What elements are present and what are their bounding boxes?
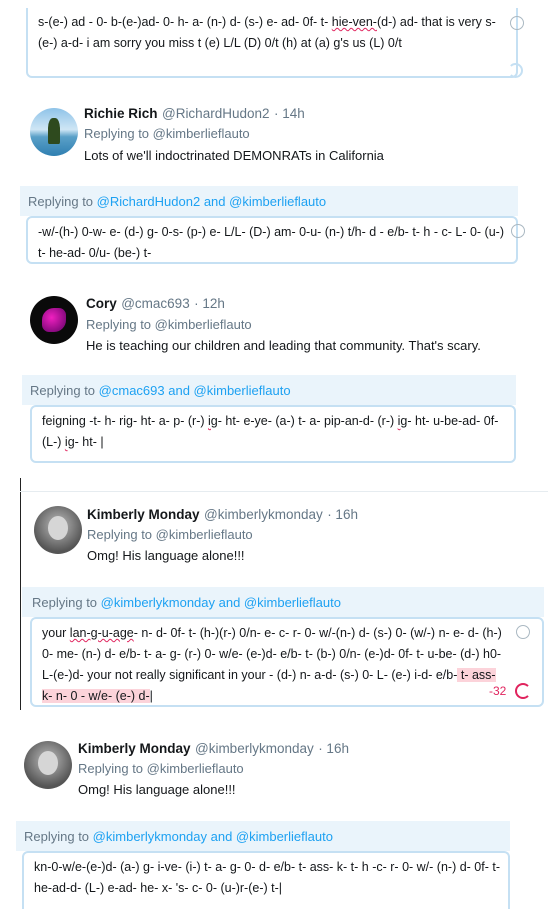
- user-handle[interactable]: @kimberlykmonday: [195, 741, 314, 756]
- tweet-text: Omg! His language alone!!!: [87, 548, 245, 563]
- tweet-text: Lots of we'll indoctrinated DEMONRATs in…: [84, 148, 384, 163]
- reply-compose-box[interactable]: -w/-(h-) 0-w- e- (d-) g- 0-s- (p-) e- L/…: [26, 216, 518, 264]
- character-counter-ring: [515, 683, 531, 699]
- reply-compose-box[interactable]: feigning -t- h- rig- ht- a- p- (r-) ig- …: [30, 405, 516, 463]
- compose-text: kn-0-w/e-(e-)d- (a-) g- i-ve- (i-) t- a-…: [34, 857, 502, 899]
- compose-text: -w/-(h-) 0-w- e- (d-) g- 0-s- (p-) e- L/…: [38, 222, 508, 262]
- tweet-header: Kimberly Monday @kimberlykmonday · 16h: [78, 740, 349, 758]
- user-handle[interactable]: @RichardHudon2: [162, 106, 270, 121]
- thread-line: [20, 478, 21, 710]
- display-name[interactable]: Kimberly Monday: [87, 507, 200, 522]
- tweet-text: He is teaching our children and leading …: [86, 338, 481, 353]
- reply-handles[interactable]: @kimberlykmonday and @kimberlieflauto: [101, 595, 341, 610]
- compose-text-segment: hie-ven-: [331, 15, 377, 29]
- user-handle[interactable]: @cmac693: [121, 296, 189, 311]
- compose-text: your lan-g-u-age- n- d- 0f- t- (h-)(r-) …: [42, 623, 502, 705]
- replying-to[interactable]: Replying to @kimberlieflauto: [84, 126, 250, 141]
- compose-text: feigning -t- h- rig- ht- a- p- (r-) ig- …: [42, 411, 508, 453]
- compose-text-segment: |: [149, 689, 153, 703]
- timestamp[interactable]: · 16h: [318, 741, 349, 756]
- tweet-header: Richie Rich @RichardHudon2 · 14h: [84, 105, 305, 123]
- compose-text-segment: - ht- e-ye- (a-) t- a- pip-an-d- (r-): [217, 414, 398, 428]
- compose-text-segment: lan-g-u-age: [69, 626, 134, 640]
- compose-text-segment: ig: [64, 435, 75, 449]
- replying-label-text: Replying to: [28, 194, 94, 209]
- compose-text-segment: kn-0-w/e-(e-)d- (a-) g- i-ve- (i-) t- a-…: [34, 860, 500, 895]
- avatar[interactable]: [34, 506, 82, 554]
- tweet-header: Kimberly Monday @kimberlykmonday · 16h: [87, 506, 358, 524]
- replying-label-text: Replying to: [30, 383, 96, 398]
- display-name[interactable]: Cory: [86, 296, 117, 311]
- avatar[interactable]: [30, 296, 78, 344]
- compose-text-segment: -w/-(h-) 0-w- e- (d-) g- 0-s- (p-) e- L/…: [38, 225, 504, 260]
- compose-text-segment: your: [42, 626, 70, 640]
- display-name[interactable]: Kimberly Monday: [78, 741, 191, 756]
- user-handle[interactable]: @kimberlykmonday: [204, 507, 323, 522]
- timestamp[interactable]: · 14h: [274, 106, 305, 121]
- reply-handles[interactable]: @kimberlykmonday and @kimberlieflauto: [93, 829, 333, 844]
- compose-text-segment: ig: [397, 414, 408, 428]
- replying-to-label: Replying to @cmac693 and @kimberlieflaut…: [30, 383, 291, 398]
- replying-label-text: Replying to: [32, 595, 98, 610]
- replying-to-label: Replying to @kimberlykmonday and @kimber…: [32, 595, 341, 610]
- reply-handles[interactable]: @RichardHudon2 and @kimberlieflauto: [97, 194, 326, 209]
- compose-text-segment: - ht- |: [74, 435, 104, 449]
- compose-text-segment: feigning -t- h- rig- ht- a- p- (r-): [42, 414, 209, 428]
- reply-compose-box[interactable]: kn-0-w/e-(e-)d- (a-) g- i-ve- (i-) t- a-…: [22, 851, 510, 909]
- compose-text-segment: ig: [208, 414, 218, 428]
- divider: [20, 491, 548, 492]
- avatar-face-icon: [38, 751, 58, 775]
- character-counter: -32: [489, 684, 507, 698]
- timestamp[interactable]: · 12h: [194, 296, 225, 311]
- replying-to[interactable]: Replying to @kimberlieflauto: [86, 317, 252, 332]
- tweet-header: Cory @cmac693 · 12h: [86, 295, 225, 313]
- tweet-text: Omg! His language alone!!!: [78, 782, 236, 797]
- replying-to-label: Replying to @RichardHudon2 and @kimberli…: [28, 194, 326, 209]
- replying-to-label: Replying to @kimberlykmonday and @kimber…: [24, 829, 333, 844]
- reply-compose-box[interactable]: your lan-g-u-age- n- d- 0f- t- (h-)(r-) …: [30, 617, 544, 707]
- avatar-palm-icon: [48, 118, 60, 144]
- avatar-flower-icon: [42, 308, 66, 332]
- reply-compose-box[interactable]: s-(e-) ad - 0- b-(e-)ad- 0- h- a- (n-) d…: [26, 8, 518, 78]
- character-counter-ring: [508, 63, 523, 78]
- avatar[interactable]: [30, 108, 78, 156]
- display-name[interactable]: Richie Rich: [84, 106, 158, 121]
- emoji-icon[interactable]: [510, 16, 524, 30]
- compose-text: s-(e-) ad - 0- b-(e-)ad- 0- h- a- (n-) d…: [38, 12, 508, 54]
- avatar-face-icon: [48, 516, 68, 540]
- emoji-icon[interactable]: [511, 224, 525, 238]
- emoji-icon[interactable]: [516, 625, 530, 639]
- avatar[interactable]: [24, 741, 72, 789]
- replying-to[interactable]: Replying to @kimberlieflauto: [87, 527, 253, 542]
- timestamp[interactable]: · 16h: [327, 507, 358, 522]
- reply-handles[interactable]: @cmac693 and @kimberlieflauto: [99, 383, 291, 398]
- replying-to[interactable]: Replying to @kimberlieflauto: [78, 761, 244, 776]
- replying-label-text: Replying to: [24, 829, 90, 844]
- compose-text-segment: s-(e-) ad - 0- b-(e-)ad- 0- h- a- (n-) d…: [38, 15, 332, 29]
